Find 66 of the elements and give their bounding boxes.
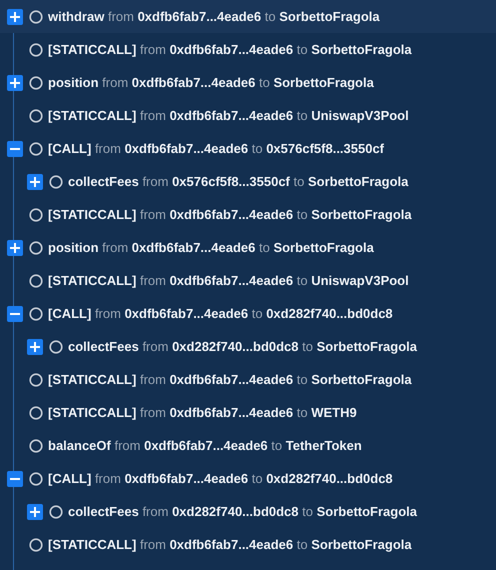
circle-icon	[29, 76, 43, 90]
call-label: [CALL] from 0xdfb6fab7...4eade6 to 0x576cf5f8...3550cf	[48, 141, 384, 156]
circle-icon	[29, 274, 43, 288]
call-label: [STATICCALL] from 0xdfb6fab7...4eade6 to SorbettoFragola	[48, 537, 412, 552]
call-label: [STATICCALL] from 0xdfb6fab7...4eade6 to SorbettoFragola	[48, 372, 412, 387]
tree-row[interactable]: [CALL] from 0xdfb6fab7...4eade6 to 0x576cf5f8...3550cf	[0, 132, 496, 165]
plus-icon	[30, 506, 40, 516]
tree-row[interactable]: [STATICCALL] from 0xdfb6fab7...4eade6 to SorbettoFragola	[0, 198, 496, 231]
toggle-button[interactable]	[6, 140, 22, 156]
call-label: collectFees from 0xd282f740...bd0dc8 to SorbettoFragola	[68, 504, 418, 519]
tree-row[interactable]: [STATICCALL] from 0xdfb6fab7...4eade6 to UniswapV3Pool	[0, 99, 496, 132]
circle-icon	[29, 472, 43, 486]
call-label: collectFees from 0x576cf5f8...3550cf to SorbettoFragola	[68, 174, 408, 189]
call-label: collectFees from 0xd282f740...bd0dc8 to SorbettoFragola	[68, 339, 418, 354]
circle-icon	[29, 42, 43, 56]
call-label: balanceOf from 0xdfb6fab7...4eade6 to TetherToken	[48, 438, 362, 453]
circle-icon	[29, 108, 43, 122]
call-label: [CALL] from 0xdfb6fab7...4eade6 to 0xd282f740...bd0dc8	[48, 471, 393, 486]
call-label: [CALL] from 0xdfb6fab7...4eade6 to 0xd282f740...bd0dc8	[48, 306, 393, 321]
toggle-button[interactable]	[6, 8, 22, 24]
tree-row[interactable]: [STATICCALL] from 0xdfb6fab7...4eade6 to WETH9	[0, 396, 496, 429]
plus-icon	[10, 78, 20, 88]
circle-icon	[29, 240, 43, 254]
tree-row[interactable]: [CALL] from 0xdfb6fab7...4eade6 to 0xd282f740...bd0dc8	[0, 297, 496, 330]
circle-icon	[49, 504, 63, 518]
circle-icon	[29, 438, 43, 452]
circle-icon	[49, 174, 63, 188]
tree-row[interactable]: balanceOf from 0xdfb6fab7...4eade6 to TetherToken	[0, 429, 496, 462]
call-label: position from 0xdfb6fab7...4eade6 to SorbettoFragola	[48, 240, 374, 255]
tree-row[interactable]: withdraw from 0xdfb6fab7...4eade6 to SorbettoFragola	[0, 0, 496, 33]
circle-icon	[29, 10, 43, 24]
tree-row[interactable]: [CALL] from 0xdfb6fab7...4eade6 to 0xd282f740...bd0dc8	[0, 462, 496, 495]
circle-icon	[29, 538, 43, 552]
toggle-button[interactable]	[6, 470, 22, 486]
toggle-button[interactable]	[26, 174, 42, 190]
tree-row[interactable]: [STATICCALL] from 0xdfb6fab7...4eade6 to UniswapV3Pool	[0, 264, 496, 297]
circle-icon	[29, 406, 43, 420]
circle-icon	[29, 372, 43, 386]
circle-icon	[49, 340, 63, 354]
tree-row[interactable]: position from 0xdfb6fab7...4eade6 to SorbettoFragola	[0, 231, 496, 264]
tree-row[interactable]: position from 0xdfb6fab7...4eade6 to SorbettoFragola	[0, 66, 496, 99]
call-label: [STATICCALL] from 0xdfb6fab7...4eade6 to SorbettoFragola	[48, 42, 412, 57]
toggle-button[interactable]	[6, 240, 22, 256]
plus-icon	[30, 176, 40, 186]
call-label: [STATICCALL] from 0xdfb6fab7...4eade6 to UniswapV3Pool	[48, 273, 409, 288]
call-label: [STATICCALL] from 0xdfb6fab7...4eade6 to UniswapV3Pool	[48, 108, 409, 123]
circle-icon	[29, 208, 43, 222]
call-label: withdraw from 0xdfb6fab7...4eade6 to SorbettoFragola	[48, 9, 380, 24]
toggle-button[interactable]	[6, 306, 22, 322]
circle-icon	[29, 142, 43, 156]
tree-row[interactable]: collectFees from 0xd282f740...bd0dc8 to SorbettoFragola	[0, 330, 496, 363]
plus-icon	[10, 12, 20, 22]
tree-row[interactable]: collectFees from 0x576cf5f8...3550cf to SorbettoFragola	[0, 165, 496, 198]
plus-icon	[30, 342, 40, 352]
toggle-button[interactable]	[26, 504, 42, 520]
tree-row[interactable]: collectFees from 0xd282f740...bd0dc8 to SorbettoFragola	[0, 495, 496, 528]
circle-icon	[29, 306, 43, 320]
call-label: [STATICCALL] from 0xdfb6fab7...4eade6 to WETH9	[48, 405, 357, 420]
call-label: [STATICCALL] from 0xdfb6fab7...4eade6 to SorbettoFragola	[48, 207, 412, 222]
tree-row[interactable]: [STATICCALL] from 0xdfb6fab7...4eade6 to SorbettoFragola	[0, 363, 496, 396]
toggle-button[interactable]	[26, 338, 42, 354]
toggle-button[interactable]	[6, 74, 22, 90]
tree-row[interactable]: [STATICCALL] from 0xdfb6fab7...4eade6 to SorbettoFragola	[0, 33, 496, 66]
tree-row[interactable]: [STATICCALL] from 0xdfb6fab7...4eade6 to SorbettoFragola	[0, 528, 496, 561]
call-label: position from 0xdfb6fab7...4eade6 to SorbettoFragola	[48, 75, 374, 90]
plus-icon	[10, 242, 20, 252]
